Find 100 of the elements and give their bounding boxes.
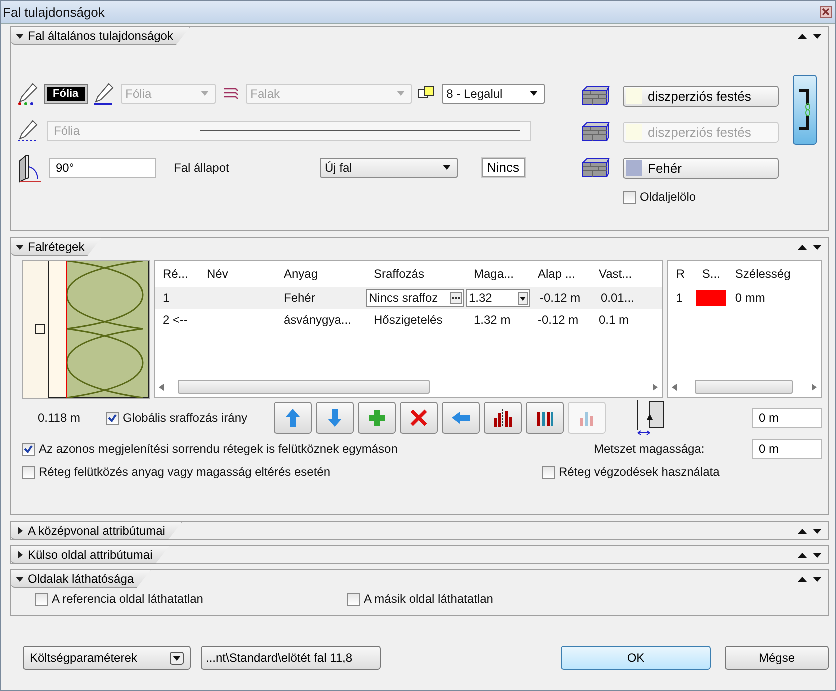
column-header[interactable]: R [668,267,694,281]
cancel-button[interactable]: Mégse [725,646,829,670]
bar-chart-icon [493,409,513,427]
caret-icon [518,292,528,304]
column-header[interactable]: Maga... [466,267,530,281]
offset-input[interactable]: 0 m [752,408,822,428]
surface-button[interactable]: Fehér [623,158,779,178]
move-up-icon[interactable] [798,528,807,535]
horizontal-scrollbar[interactable] [159,380,658,394]
column-header[interactable]: S... [694,267,728,281]
file-path-button[interactable]: ...nt\Standard\elötét fal 11,8 [201,646,381,670]
collide-material-checkbox[interactable]: Réteg felütközés anyag vagy magasság eltérés esetén [22,465,542,479]
move-down-icon[interactable] [813,33,822,40]
pencil-icon[interactable] [17,82,39,106]
bar-chart-icon [536,410,554,426]
hatch-editor-field[interactable]: Nincs sraffoz [366,289,464,307]
table-cell-text: -0.12 m [539,291,582,305]
scroll-right-icon[interactable] [653,384,658,390]
toolbar-button[interactable] [358,402,396,434]
table-cell-text: 2 <-- [162,313,190,327]
move-down-icon[interactable] [813,552,822,559]
caret-icon [443,165,451,170]
table-cell-text: 1.32 m [473,313,512,327]
scroll-right-icon[interactable] [812,384,817,390]
move-up-icon[interactable] [798,33,807,40]
table-cell-text: 1 [675,291,684,305]
section-header-tab[interactable]: Oldalak láthatósága [11,570,152,588]
surface-button[interactable]: diszperziós festés [623,86,779,106]
table-cell-text: 0.01... [600,291,636,305]
caret-icon [396,91,405,96]
cost-parameters-button[interactable]: Költségparaméterek [23,646,191,670]
global-hatch-checkbox[interactable]: Globális sraffozás irány [106,411,274,425]
table-row[interactable]: 1 Fehér Nincs sraffoz 1.32 -0.12 m 0.01... [155,287,662,309]
window-title: Fal tulajdonságok [3,4,105,20]
column-header[interactable]: Név [199,267,276,281]
section-height-label: Metszet magassága: [594,442,705,456]
toolbar-button[interactable] [274,402,312,434]
section-header-tab[interactable]: Falrétegek [11,238,102,256]
table-cell-text: ásványgya... [283,313,352,327]
caret-icon [530,91,538,96]
close-icon[interactable] [820,6,832,18]
collide-same-order-checkbox[interactable]: Az azonos megjelenítési sorrendu rétegek is felütköznek egymáson [22,442,582,456]
table-cell-text: 0 mm [734,291,766,305]
order-dropdown[interactable]: 8 - Legalul [442,84,545,104]
none-button[interactable]: Nincs [482,158,525,177]
pen-label-button[interactable]: Fólia [45,84,87,102]
column-header[interactable]: Alap ... [530,267,591,281]
pencil-icon[interactable] [92,82,115,106]
bar-chart-icon [579,410,595,426]
column-header[interactable]: Vast... [591,267,657,281]
section-header-tab[interactable]: Fal általános tulajdonságok [11,27,190,45]
wall-state-label: Fal állapot [174,160,230,174]
move-up-icon[interactable] [798,244,807,251]
scroll-left-icon[interactable] [159,384,164,390]
column-header[interactable]: Sraffozás [366,267,466,281]
move-down-icon[interactable] [813,528,822,535]
delete-icon [410,409,428,427]
move-up-icon[interactable] [798,576,807,583]
table-cell-text: Hőszigetelés [373,313,444,327]
scroll-left-icon[interactable] [672,384,678,390]
section-header-tab[interactable]: Külso oldal attribútumai [11,546,170,564]
wall-angle-icon [17,152,43,182]
table-cell-text: 0.1 m [598,313,630,327]
side-marker-checkbox[interactable]: Oldaljelölo [623,190,696,204]
column-header[interactable]: Szélesség [727,267,818,281]
plus-icon [368,409,386,427]
link-toggle-button[interactable] [793,75,817,145]
toolbar-button[interactable] [400,402,438,434]
ok-button[interactable]: OK [561,646,711,670]
more-icon[interactable] [450,292,462,304]
checkmark-icon [108,414,117,422]
overlap-squares-icon[interactable] [418,86,436,102]
toolbar-button[interactable] [442,402,480,434]
column-header[interactable]: Ré... [155,267,199,281]
table-row[interactable]: 2 <-- ásványgya... Hőszigetelés 1.32 m -0.12 m 0.1 m [155,309,662,331]
toolbar-button[interactable] [316,402,354,434]
dropdown-icon [170,652,184,664]
section-header-tab[interactable]: A középvonal attribútumai [11,522,182,540]
caret-icon [200,91,209,96]
visibility-checkbox[interactable]: A referencia oldal láthatatlan [35,592,347,606]
wall-state-dropdown[interactable]: Új fal [320,158,458,178]
height-editor-dropdown[interactable]: 1.32 [466,289,530,307]
arrow-up-icon [285,408,301,428]
angle-input[interactable]: 90° [49,158,156,178]
pencil-icon[interactable] [17,118,39,142]
arrow-down-icon [327,408,343,428]
visibility-checkbox[interactable]: A másik oldal láthatatlan [347,592,494,606]
table-cell-text: Fehér [283,291,316,305]
horizontal-scrollbar[interactable] [672,380,817,394]
layer-ends-checkbox[interactable]: Réteg végzodések használata [542,465,720,479]
checkmark-icon [24,444,33,454]
move-down-icon[interactable] [813,576,822,583]
column-header[interactable]: Anyag [276,267,366,281]
toolbar-button[interactable] [484,402,522,434]
move-up-icon[interactable] [798,552,807,559]
section-height-input[interactable]: 0 m [752,439,822,459]
toolbar-button[interactable] [526,402,564,434]
table-cell-text: 1 [162,291,171,305]
arrow-left-icon [451,411,471,425]
move-down-icon[interactable] [813,244,822,251]
